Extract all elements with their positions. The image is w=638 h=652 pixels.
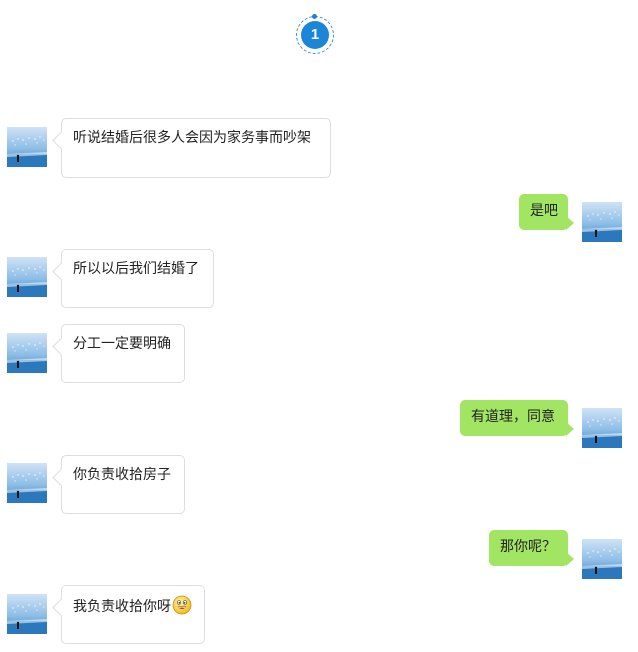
outgoing-message-bubble[interactable]: 那你呢？ [489, 530, 574, 566]
sender-avatar[interactable] [7, 127, 47, 167]
message-text: 分工一定要明确 [73, 336, 171, 352]
incoming-message-bubble[interactable]: 我负责收拾你呀 [61, 585, 205, 644]
sender-avatar[interactable] [7, 257, 47, 297]
message-text: 你负责收拾房子 [73, 467, 171, 483]
message-text: 我负责收拾你呀 [73, 599, 171, 615]
message-text: 那你呢？ [500, 539, 556, 555]
step-number-badge: 1 [296, 14, 334, 54]
sender-avatar[interactable] [7, 463, 47, 503]
user-avatar[interactable] [582, 539, 622, 579]
step-number: 1 [301, 21, 329, 49]
badge-dot [312, 14, 317, 19]
outgoing-message-bubble[interactable]: 有道理，同意 [460, 400, 574, 436]
user-avatar[interactable] [582, 408, 622, 448]
sender-avatar[interactable] [7, 594, 47, 634]
grinning-face-emoji-icon [172, 595, 192, 621]
incoming-message-bubble[interactable]: 听说结婚后很多人会因为家务事而吵架 [61, 118, 331, 178]
chat-screen: 1 听说结婚后很多人会因为家务事而吵架 是吧 所以以后我们结婚了 分工一定要明确… [0, 0, 638, 652]
sender-avatar[interactable] [7, 333, 47, 373]
outgoing-message-bubble[interactable]: 是吧 [519, 194, 574, 230]
message-text: 听说结婚后很多人会因为家务事而吵架 [73, 130, 311, 146]
user-avatar[interactable] [582, 202, 622, 242]
incoming-message-bubble[interactable]: 所以以后我们结婚了 [61, 249, 214, 308]
message-text: 是吧 [530, 203, 558, 219]
incoming-message-bubble[interactable]: 你负责收拾房子 [61, 455, 185, 514]
message-text: 有道理，同意 [471, 409, 555, 425]
message-text: 所以以后我们结婚了 [73, 261, 199, 277]
incoming-message-bubble[interactable]: 分工一定要明确 [61, 324, 185, 383]
